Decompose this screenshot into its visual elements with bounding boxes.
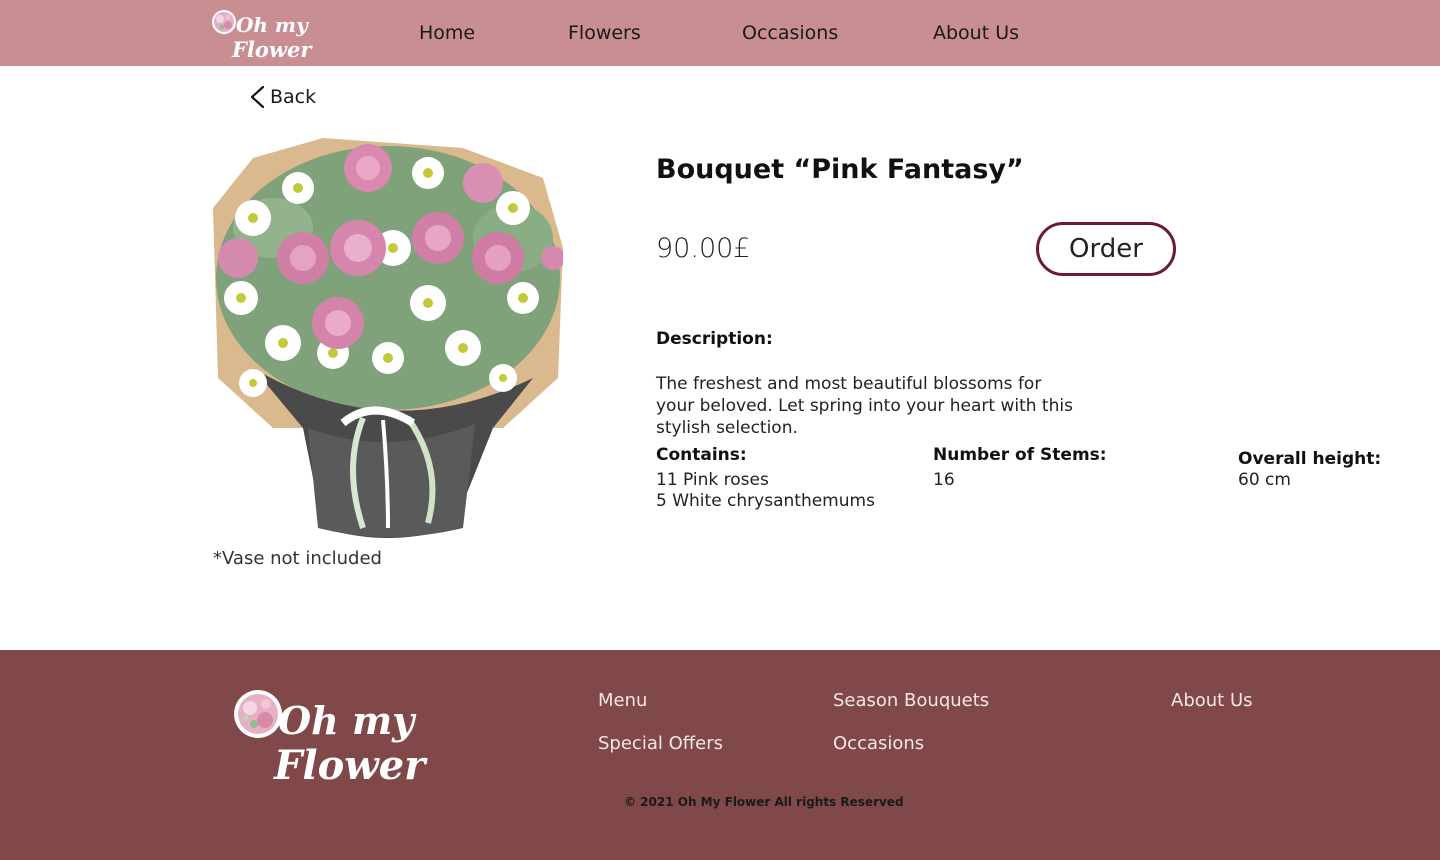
logo-text-line2: Flower (232, 37, 312, 62)
nav-occasions[interactable]: Occasions (742, 22, 838, 44)
vase-note: *Vase not included (213, 548, 382, 569)
footer (0, 650, 1440, 860)
stems-value: 16 (933, 470, 955, 490)
top-navigation-bar: Oh my Flower Home Flowers Occasions Abou… (0, 0, 1440, 66)
description-label: Description: (656, 329, 773, 349)
footer-link-occasions[interactable]: Occasions (833, 733, 924, 754)
contains-item: 5 White chrysanthemums (656, 491, 875, 511)
nav-home[interactable]: Home (419, 22, 475, 44)
footer-link-season-bouquets[interactable]: Season Bouquets (833, 690, 989, 711)
footer-logo-text-line2: Flower (274, 742, 426, 789)
order-button[interactable]: Order (1036, 222, 1176, 276)
nav-about-us[interactable]: About Us (933, 22, 1019, 44)
footer-link-about-us[interactable]: About Us (1171, 690, 1253, 711)
contains-item: 11 Pink roses (656, 470, 769, 490)
footer-link-special-offers[interactable]: Special Offers (598, 733, 723, 754)
chevron-left-icon (250, 85, 265, 109)
contains-label: Contains: (656, 445, 747, 465)
description-text: The freshest and most beautiful blossoms… (656, 374, 1073, 438)
footer-logo-text-line1: Oh my (278, 698, 415, 743)
back-label: Back (270, 86, 317, 108)
bouquet-image (213, 138, 563, 538)
footer-link-menu[interactable]: Menu (598, 690, 647, 711)
copyright-text: © 2021 Oh My Flower All rights Reserved (624, 795, 904, 809)
back-link[interactable]: Back (248, 84, 316, 110)
nav-flowers[interactable]: Flowers (568, 22, 641, 44)
product-title: Bouquet “Pink Fantasy” (656, 154, 1024, 185)
logo-text-line1: Oh my (236, 13, 308, 37)
height-label: Overall height: (1238, 449, 1382, 469)
product-price: 90.00£ (656, 233, 751, 264)
footer-brand-logo[interactable]: Oh my Flower (232, 684, 426, 794)
stems-label: Number of Stems: (933, 445, 1107, 465)
height-value: 60 cm (1238, 470, 1291, 490)
brand-logo[interactable]: Oh my Flower (210, 5, 312, 63)
